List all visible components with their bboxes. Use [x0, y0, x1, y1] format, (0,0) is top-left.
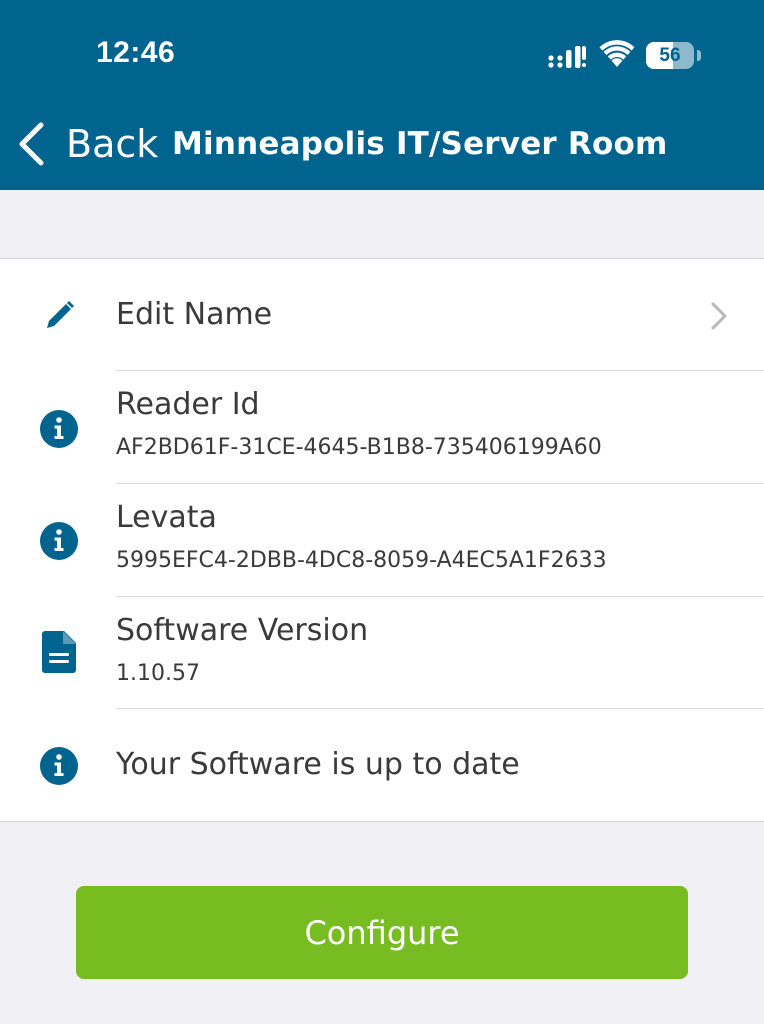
edit-name-row[interactable]: Edit Name [0, 259, 764, 372]
battery-tip [697, 50, 701, 61]
wifi-icon [599, 40, 635, 67]
software-status-text: Your Software is up to date [116, 747, 520, 782]
reader-id-label: Reader Id [116, 387, 260, 422]
levata-value: 5995EFC4-2DBB-4DC8-8059-A4EC5A1F2633 [116, 548, 607, 573]
info-icon [38, 408, 80, 450]
software-version-label: Software Version [116, 613, 369, 648]
back-button[interactable]: Back [18, 118, 158, 170]
battery-icon: 56 [646, 42, 694, 69]
software-version-row: Software Version 1.10.57 [0, 597, 764, 710]
reader-id-row: Reader Id AF2BD61F-31CE-4645-B1B8-735406… [0, 371, 764, 484]
chevron-left-icon [19, 122, 44, 166]
navigation-header: 12:46 56 Back Minneapolis IT/Server Room [0, 0, 764, 190]
software-status-row: Your Software is up to date [0, 709, 764, 822]
reader-id-value: AF2BD61F-31CE-4645-B1B8-735406199A60 [116, 435, 602, 460]
chevron-right-icon [711, 302, 727, 330]
pencil-icon [38, 295, 80, 337]
info-icon [38, 520, 80, 562]
configure-button-label: Configure [304, 913, 460, 952]
cellular-signal-icon [548, 46, 586, 68]
status-time: 12:46 [96, 36, 176, 69]
battery-percentage: 56 [659, 45, 681, 66]
levata-row: Levata 5995EFC4-2DBB-4DC8-8059-A4EC5A1F2… [0, 484, 764, 597]
back-label: Back [66, 122, 159, 166]
edit-name-label: Edit Name [116, 297, 273, 332]
settings-list: Edit Name Reader Id AF2BD61F-31CE-4645-B… [0, 258, 764, 822]
document-icon [38, 631, 80, 673]
info-icon [38, 745, 80, 787]
page-title: Minneapolis IT/Server Room [172, 126, 668, 162]
software-version-value: 1.10.57 [116, 661, 200, 686]
levata-label: Levata [116, 500, 217, 535]
configure-button[interactable]: Configure [76, 886, 688, 979]
